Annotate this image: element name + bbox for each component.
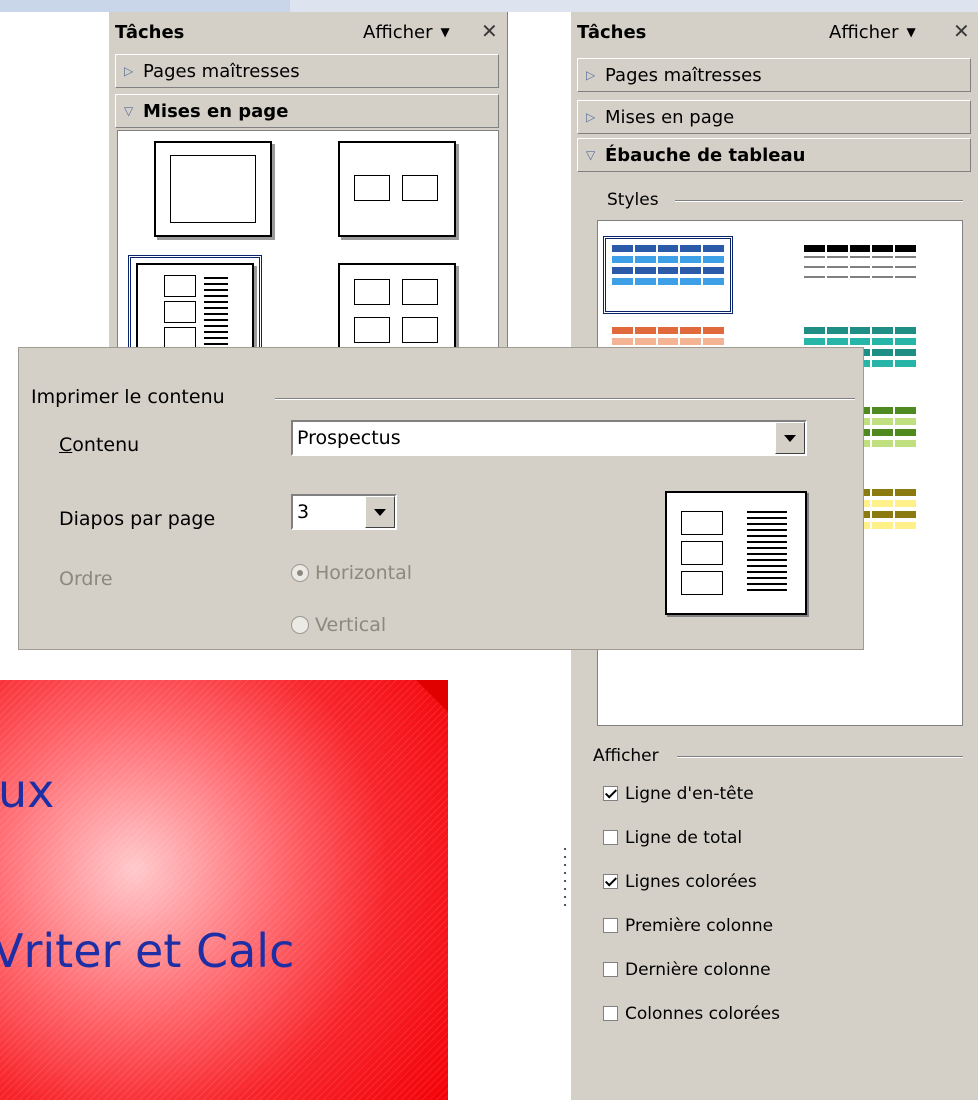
table-style-blue[interactable] [603,236,733,314]
section-master-pages[interactable]: ▷ Pages maîtresses [577,58,971,92]
content-select[interactable]: Prospectus [291,420,807,456]
dropdown-arrow-icon[interactable] [775,422,805,454]
collapse-triangle-icon: ▽ [586,148,596,162]
option-label: Première colonne [625,916,774,936]
checkbox-icon [603,786,618,801]
checkbox-icon [603,918,618,933]
checkbox-icon [603,1006,618,1021]
view-menu[interactable]: Afficher ▼ [829,22,916,43]
divider [675,200,963,202]
option-checkbox[interactable]: Colonnes colorées [603,1004,780,1024]
radio-icon [291,564,309,582]
section-layouts[interactable]: ▽ Mises en page [115,94,499,128]
option-label: Colonnes colorées [625,1004,780,1024]
section-table-design[interactable]: ▽ Ébauche de tableau [577,138,971,172]
layout-two-content[interactable] [338,141,456,237]
content-label: Contenu [59,434,140,456]
section-master-pages[interactable]: ▷ Pages maîtresses [115,54,499,88]
content-select-value: Prospectus [297,427,401,449]
close-icon[interactable]: ✕ [953,19,970,43]
option-label: Ligne d'en-tête [625,784,754,804]
option-checkbox[interactable]: Lignes colorées [603,872,757,892]
section-layouts[interactable]: ▷ Mises en page [577,100,971,134]
styles-label: Styles [607,190,659,210]
checkbox-icon [603,830,618,845]
show-label: Afficher [593,746,659,766]
option-label: Dernière colonne [625,960,771,980]
panel-header: Tâches Afficher ▼ ✕ [109,12,507,52]
layouts-area [117,130,499,367]
option-label: Lignes colorées [625,872,757,892]
table-style-black[interactable] [804,245,916,305]
expand-triangle-icon: ▷ [124,64,134,78]
panel-title: Tâches [577,22,647,43]
close-icon[interactable]: ✕ [481,19,498,43]
chevron-down-icon: ▼ [906,25,916,39]
top-bar [0,0,978,12]
left-task-panel: Tâches Afficher ▼ ✕ ▷ Pages maîtresses ▽ Mi… [108,12,508,367]
panel-header: Tâches Afficher ▼ ✕ [571,12,978,52]
divider [677,756,963,758]
radio-icon [291,616,309,634]
order-label: Ordre [59,568,113,590]
checkbox-icon [603,874,618,889]
layout-handout-three[interactable] [128,255,262,367]
option-checkbox[interactable]: Ligne de total [603,828,742,848]
slides-per-page-value: 3 [297,501,310,523]
order-horizontal-radio[interactable]: Horizontal [291,562,412,584]
dropdown-arrow-icon[interactable] [365,496,395,528]
expand-triangle-icon: ▷ [586,68,596,82]
view-menu[interactable]: Afficher ▼ [363,22,450,43]
checkbox-icon [603,962,618,977]
divider [275,398,855,400]
slides-per-page-label: Diapos par page [59,508,216,530]
option-checkbox[interactable]: Ligne d'en-tête [603,784,754,804]
option-checkbox[interactable]: Dernière colonne [603,960,771,980]
option-checkbox[interactable]: Première colonne [603,916,773,936]
chevron-down-icon: ▼ [440,25,450,39]
print-content-dialog: Imprimer le contenu Contenu Prospectus D… [18,347,864,650]
handout-preview [665,491,807,615]
slide-preview: ux Vriter et Calc [0,680,448,1100]
collapse-triangle-icon: ▽ [124,104,134,118]
slides-per-page-select[interactable]: 3 [291,494,397,530]
expand-triangle-icon: ▷ [586,110,596,124]
panel-title: Tâches [115,22,185,43]
group-legend: Imprimer le contenu [31,386,225,408]
slide-text-line: Vriter et Calc [0,924,295,978]
layout-four-content[interactable] [338,263,456,359]
splitter-handle[interactable] [560,838,570,918]
order-vertical-radio[interactable]: Vertical [291,614,386,636]
slide-text-line: ux [0,764,55,818]
layout-blank[interactable] [154,141,272,237]
option-label: Ligne de total [625,828,743,848]
